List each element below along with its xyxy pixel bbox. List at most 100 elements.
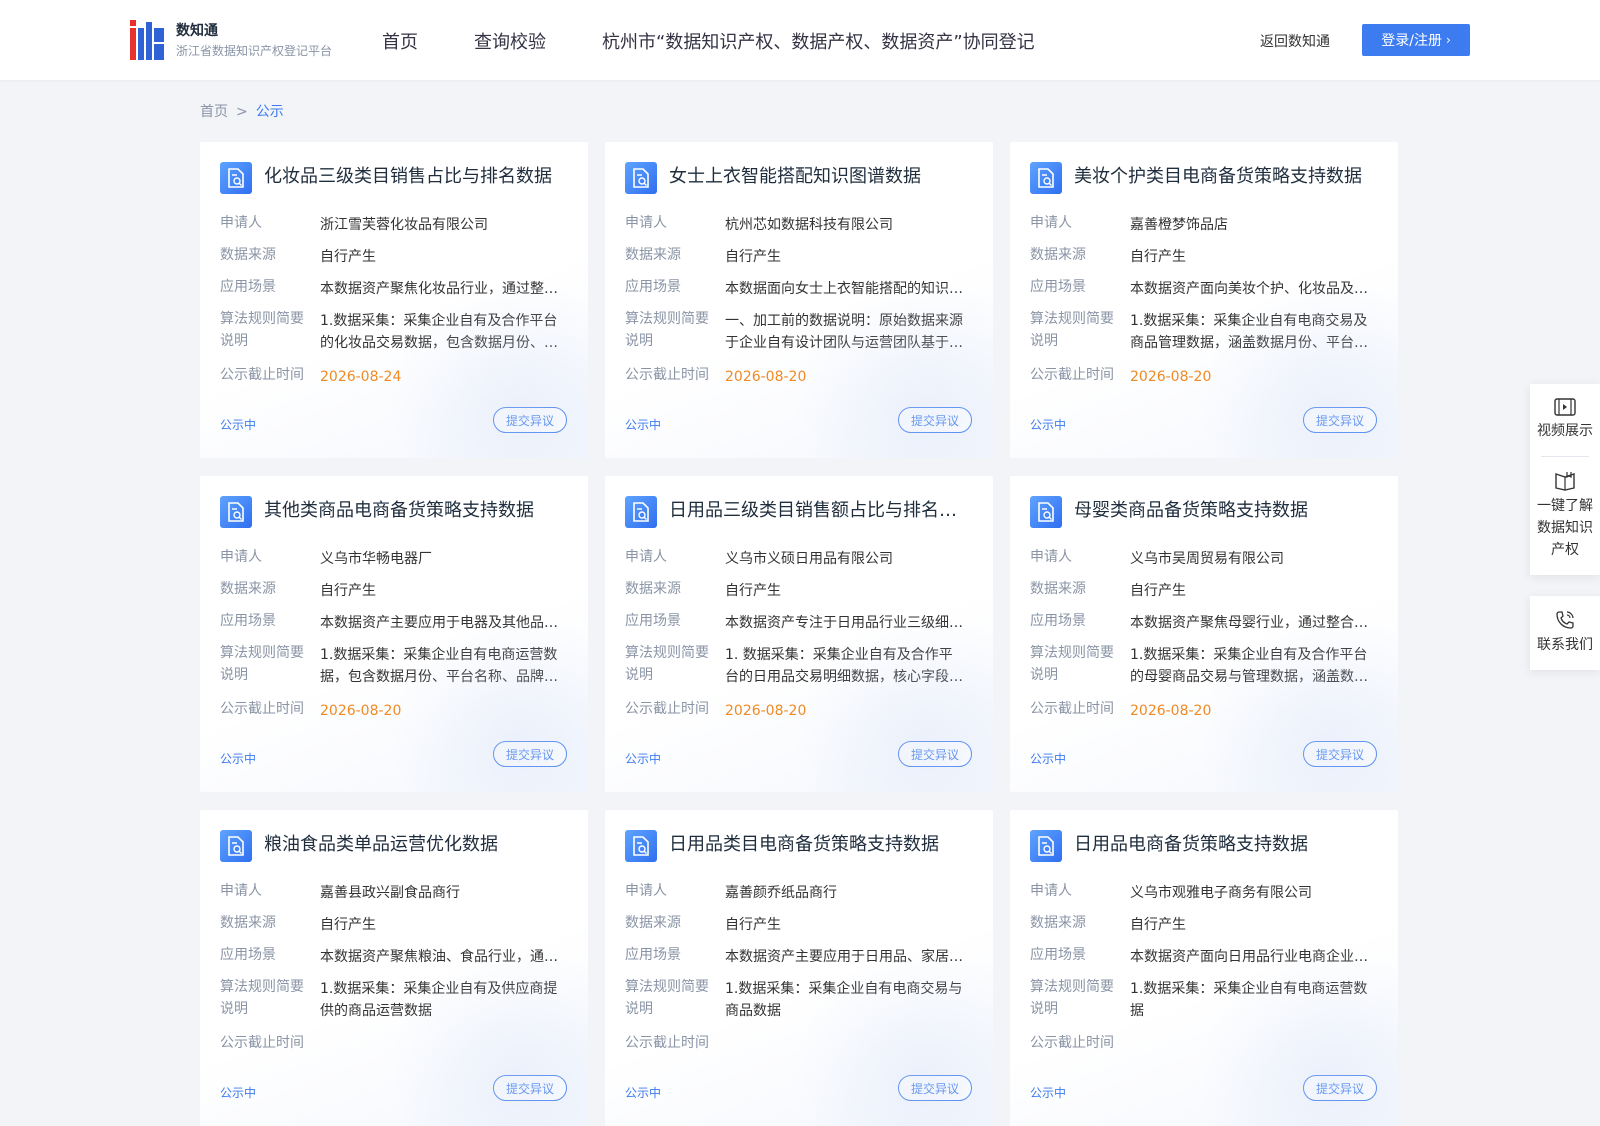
algorithm-label: 算法规则简要说明 (625, 645, 709, 683)
publicity-card[interactable]: 日用品类目电商备货策略支持数据 申请人 嘉善颜乔纸品商行 数据来源 自行产生 应… (605, 810, 993, 1126)
document-search-icon (625, 162, 657, 194)
card-title[interactable]: 其他类商品电商备货策略支持数据 (264, 500, 564, 522)
card-title[interactable]: 美妆个护类目电商备货策略支持数据 (1074, 166, 1374, 188)
submit-objection-button[interactable]: 提交异议 (1303, 741, 1377, 767)
card-title[interactable]: 粮油食品类单品运营优化数据 (264, 834, 564, 856)
deadline-label: 公示截止时间 (220, 1035, 304, 1051)
submit-objection-button[interactable]: 提交异议 (1303, 1075, 1377, 1101)
data-source-value: 自行产生 (320, 583, 376, 599)
deadline-label: 公示截止时间 (625, 1035, 709, 1051)
submit-objection-button[interactable]: 提交异议 (898, 741, 972, 767)
brand-name[interactable]: 数知通 (176, 20, 218, 40)
data-source-label: 数据来源 (1030, 247, 1086, 263)
card-title[interactable]: 母婴类商品备货策略支持数据 (1074, 500, 1374, 522)
logo-icon[interactable] (130, 20, 166, 60)
card-title[interactable]: 日用品三级类目销售额占比与排名数据 (669, 500, 969, 522)
document-search-icon (1030, 162, 1062, 194)
scenario-label: 应用场景 (220, 279, 276, 295)
data-source-value: 自行产生 (725, 583, 781, 599)
scenario-value: 本数据资产主要应用于电器及其他品类电商备货 (320, 615, 558, 631)
side-panel-bottom: 联系我们 (1530, 596, 1600, 670)
scenario-value: 本数据资产面向日用品行业电商企业提供备货支持 (1130, 949, 1368, 965)
submit-objection-button[interactable]: 提交异议 (898, 407, 972, 433)
card-title[interactable]: 女士上衣智能搭配知识图谱数据 (669, 166, 969, 188)
video-icon (1554, 398, 1576, 416)
algorithm-value: 1.数据采集：采集企业自有及供应商提供的商品运营数据 (320, 981, 558, 1019)
publicity-card[interactable]: 粮油食品类单品运营优化数据 申请人 嘉善县政兴副食品商行 数据来源 自行产生 应… (200, 810, 588, 1126)
video-showcase-button[interactable]: 视频展示 (1530, 384, 1600, 456)
publicity-card[interactable]: 女士上衣智能搭配知识图谱数据 申请人 杭州芯如数据科技有限公司 数据来源 自行产… (605, 142, 993, 458)
algorithm-label: 算法规则简要说明 (625, 311, 709, 349)
data-source-label: 数据来源 (625, 247, 681, 263)
deadline-value: 2026-08-20 (725, 369, 807, 385)
status-badge: 公示中 (625, 1086, 662, 1100)
submit-objection-button[interactable]: 提交异议 (898, 1075, 972, 1101)
applicant-value: 义乌市义硕日用品有限公司 (725, 551, 893, 567)
publicity-card[interactable]: 日用品电商备货策略支持数据 申请人 义乌市观雅电子商务有限公司 数据来源 自行产… (1010, 810, 1398, 1126)
scenario-value: 本数据资产面向美妆个护、化妆品及相关行业 (1130, 281, 1368, 297)
deadline-label: 公示截止时间 (625, 701, 709, 717)
algorithm-label: 算法规则简要说明 (220, 645, 304, 683)
nav-query-verify[interactable]: 查询校验 (474, 28, 546, 54)
algorithm-value: 1.数据采集：采集企业自有电商运营数据，包含数据月份、平台名称、品牌名称等 (320, 647, 558, 685)
algorithm-value: 1.数据采集：采集企业自有及合作平台的母婴商品交易与管理数据，涵盖数据月份等 (1130, 647, 1368, 685)
breadcrumb-separator: > (236, 104, 248, 120)
data-source-label: 数据来源 (220, 915, 276, 931)
publicity-card[interactable]: 化妆品三级类目销售占比与排名数据 申请人 浙江雪芙蓉化妆品有限公司 数据来源 自… (200, 142, 588, 458)
scenario-value: 本数据面向女士上衣智能搭配的知识图谱构建 (725, 281, 963, 297)
publicity-card[interactable]: 日用品三级类目销售额占比与排名数据 申请人 义乌市义硕日用品有限公司 数据来源 … (605, 476, 993, 792)
document-search-icon (1030, 830, 1062, 862)
algorithm-label: 算法规则简要说明 (220, 311, 304, 349)
algorithm-value: 1.数据采集：采集企业自有电商运营数据 (1130, 981, 1368, 1019)
breadcrumb-current: 公示 (255, 104, 284, 120)
applicant-value: 嘉善县政兴副食品商行 (320, 885, 460, 901)
contact-us-label: 联系我们 (1537, 637, 1593, 653)
applicant-label: 申请人 (220, 549, 262, 565)
deadline-value: 2026-08-20 (320, 703, 402, 719)
publicity-card[interactable]: 其他类商品电商备货策略支持数据 申请人 义乌市华畅电器厂 数据来源 自行产生 应… (200, 476, 588, 792)
scenario-label: 应用场景 (220, 613, 276, 629)
breadcrumb: 首页 > 公示 (200, 101, 284, 121)
submit-objection-button[interactable]: 提交异议 (493, 741, 567, 767)
back-to-shuzhitong-link[interactable]: 返回数知通 (1260, 31, 1330, 51)
deadline-value: 2026-08-20 (725, 703, 807, 719)
data-source-value: 自行产生 (320, 249, 376, 265)
nav-hangzhou-registration[interactable]: 杭州市“数据知识产权、数据产权、数据资产”协同登记 (602, 28, 1035, 54)
side-panel-top: 视频展示 一键了解数据知识产权 (1530, 384, 1600, 575)
card-title[interactable]: 化妆品三级类目销售占比与排名数据 (264, 166, 564, 188)
login-register-button[interactable]: 登录/注册 › (1362, 24, 1470, 56)
publicity-card[interactable]: 母婴类商品备货策略支持数据 申请人 义乌市吴周贸易有限公司 数据来源 自行产生 … (1010, 476, 1398, 792)
breadcrumb-home[interactable]: 首页 (200, 104, 228, 120)
applicant-label: 申请人 (1030, 215, 1072, 231)
data-source-value: 自行产生 (725, 249, 781, 265)
applicant-label: 申请人 (1030, 549, 1072, 565)
submit-objection-button[interactable]: 提交异议 (493, 407, 567, 433)
data-source-label: 数据来源 (625, 581, 681, 597)
applicant-label: 申请人 (1030, 883, 1072, 899)
deadline-label: 公示截止时间 (1030, 701, 1114, 717)
submit-objection-button[interactable]: 提交异议 (493, 1075, 567, 1101)
nav-home[interactable]: 首页 (382, 28, 418, 54)
card-title[interactable]: 日用品类目电商备货策略支持数据 (669, 834, 969, 856)
deadline-value: 2026-08-20 (1130, 703, 1212, 719)
algorithm-label: 算法规则简要说明 (625, 979, 709, 1017)
scenario-label: 应用场景 (1030, 947, 1086, 963)
status-badge: 公示中 (1030, 418, 1067, 432)
card-title[interactable]: 日用品电商备货策略支持数据 (1074, 834, 1374, 856)
learn-ip-button[interactable]: 一键了解数据知识产权 (1530, 457, 1600, 575)
deadline-label: 公示截止时间 (220, 367, 304, 383)
contact-us-button[interactable]: 联系我们 (1530, 596, 1600, 670)
top-header: 数知通 浙江省数据知识产权登记平台 首页 查询校验 杭州市“数据知识产权、数据产… (0, 0, 1600, 80)
status-badge: 公示中 (625, 752, 662, 766)
submit-objection-button[interactable]: 提交异议 (1303, 407, 1377, 433)
data-source-value: 自行产生 (725, 917, 781, 933)
data-source-label: 数据来源 (1030, 581, 1086, 597)
applicant-label: 申请人 (625, 883, 667, 899)
algorithm-value: 1. 数据采集：采集企业自有及合作平台的日用品交易明细数据，核心字段包含数据月份 (725, 647, 963, 685)
status-badge: 公示中 (1030, 1086, 1067, 1100)
algorithm-label: 算法规则简要说明 (220, 979, 304, 1017)
document-search-icon (1030, 496, 1062, 528)
scenario-label: 应用场景 (1030, 279, 1086, 295)
publicity-card[interactable]: 美妆个护类目电商备货策略支持数据 申请人 嘉善橙梦饰品店 数据来源 自行产生 应… (1010, 142, 1398, 458)
applicant-value: 嘉善颜乔纸品商行 (725, 885, 837, 901)
